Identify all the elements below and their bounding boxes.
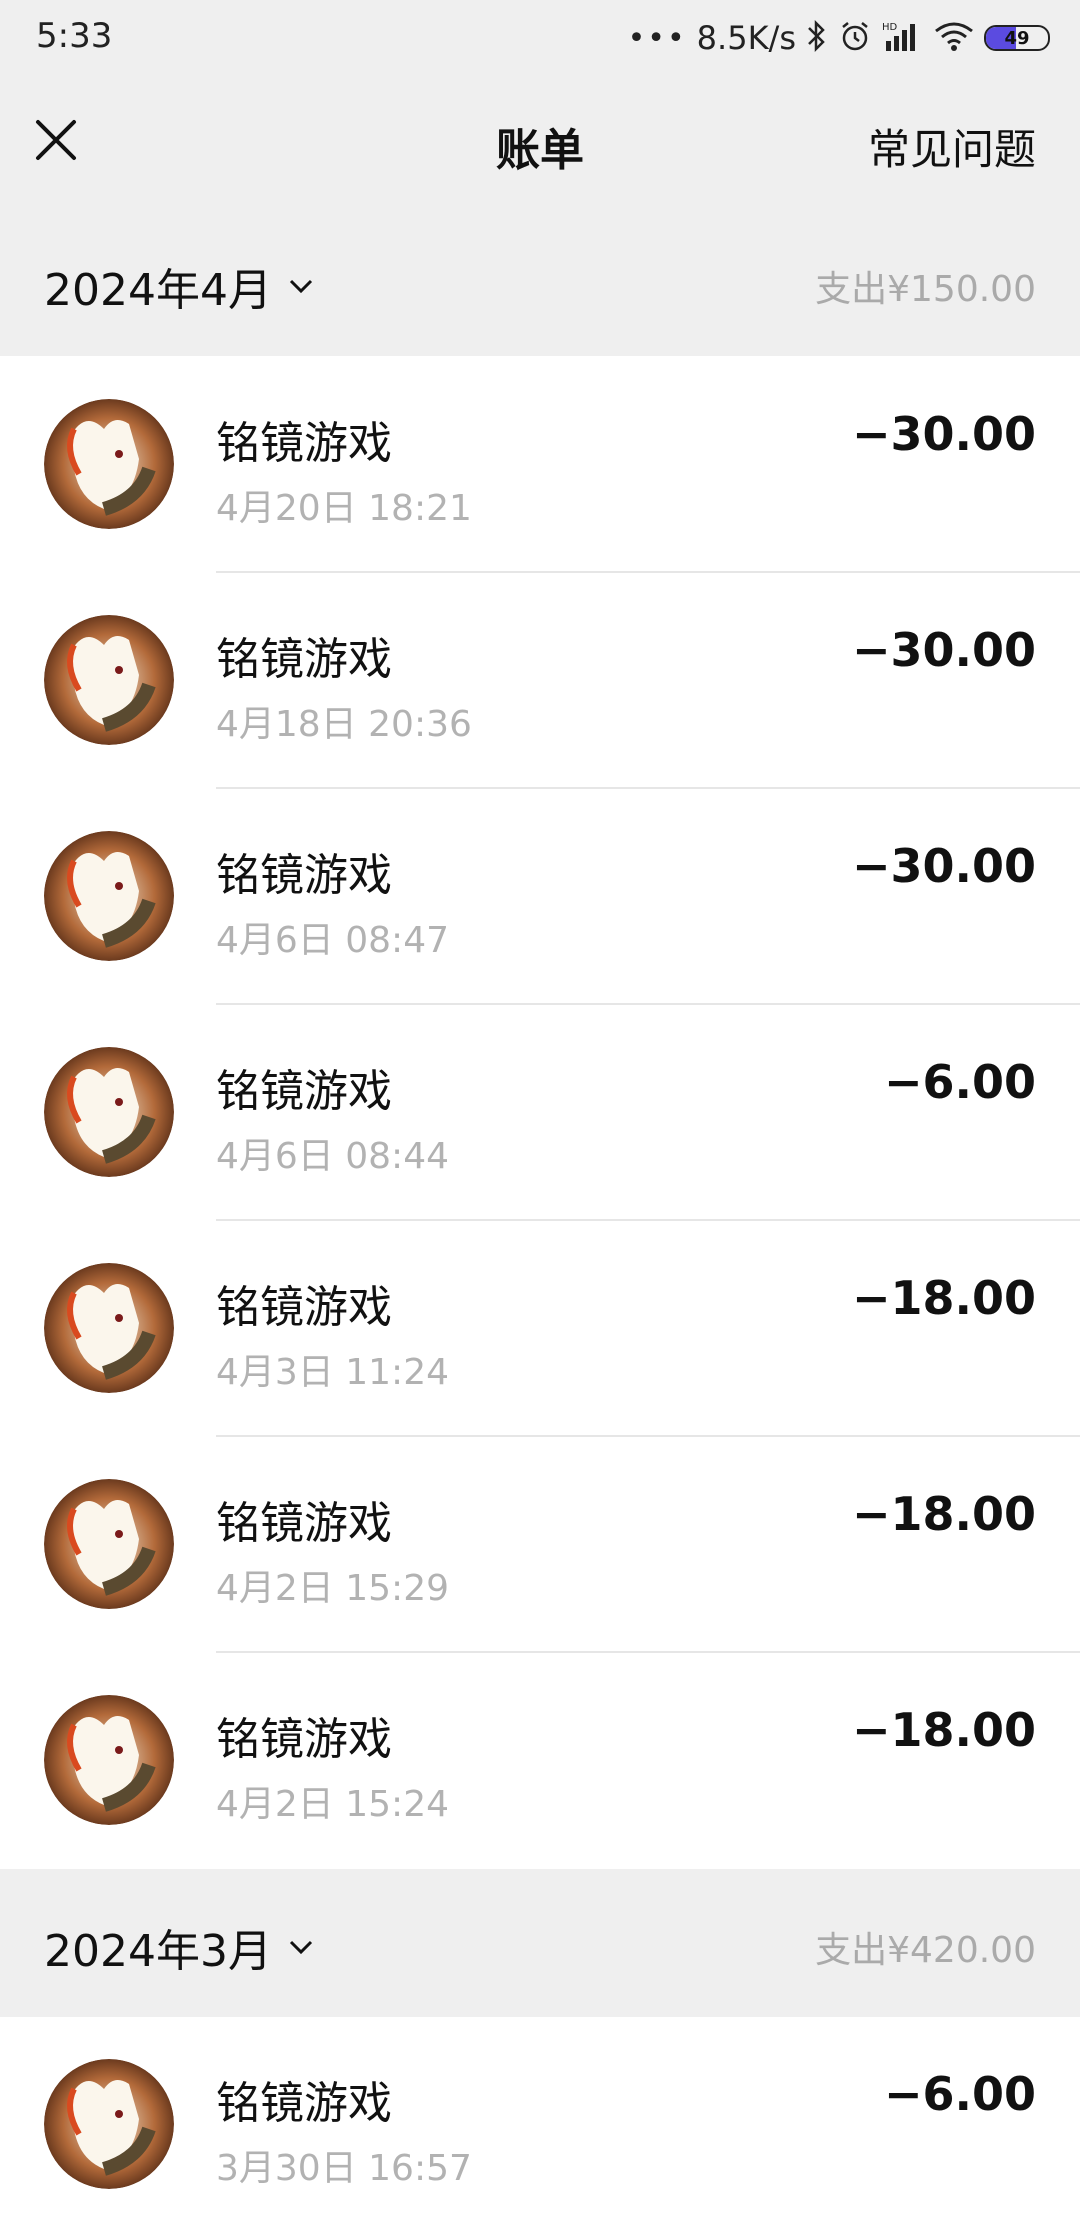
transaction-amount: −18.00 [851, 1703, 1036, 1757]
transaction-row[interactable]: 铭镜游戏 4月2日 15:24 −18.00 [0, 1653, 1080, 1869]
merchant-avatar [44, 831, 174, 961]
transaction-amount: −18.00 [851, 1487, 1036, 1541]
merchant-avatar [44, 1263, 174, 1393]
wifi-icon [934, 19, 974, 57]
nav-bar: 账单 常见问题 [0, 76, 1080, 209]
transaction-time: 4月6日 08:47 [216, 920, 449, 961]
hd-signal-icon: HD [882, 19, 924, 57]
bluetooth-icon [806, 19, 828, 57]
merchant-avatar [44, 1047, 174, 1177]
month-label: 2024年4月 [44, 265, 272, 316]
merchant-avatar [44, 615, 174, 745]
transaction-amount: −6.00 [883, 1055, 1036, 1109]
merchant-avatar [44, 399, 174, 529]
faq-link[interactable]: 常见问题 [868, 116, 1036, 177]
net-speed: 8.5K/s [696, 19, 796, 57]
transaction-row[interactable]: 铭镜游戏 4月3日 11:24 −18.00 [0, 1221, 1080, 1437]
alarm-icon [838, 19, 872, 57]
merchant-name: 铭镜游戏 [216, 1498, 392, 1549]
status-icons: ••• 8.5K/s HD 49 [628, 14, 1050, 62]
transaction-time: 4月2日 15:24 [216, 1784, 449, 1825]
status-time: 5:33 [36, 16, 113, 56]
more-dots-icon: ••• [627, 20, 687, 56]
transaction-row[interactable]: 铭镜游戏 4月18日 20:36 −30.00 [0, 573, 1080, 789]
merchant-name: 铭镜游戏 [216, 1066, 392, 1117]
transaction-amount: −18.00 [851, 1271, 1036, 1325]
status-bar: 5:33 ••• 8.5K/s HD 49 [0, 0, 1080, 76]
merchant-name: 铭镜游戏 [216, 2078, 392, 2129]
merchant-avatar [44, 1695, 174, 1825]
merchant-name: 铭镜游戏 [216, 1714, 392, 1765]
battery-icon: 49 [984, 25, 1050, 51]
transaction-time: 3月30日 16:57 [216, 2148, 472, 2189]
merchant-avatar [44, 2059, 174, 2189]
transaction-amount: −30.00 [851, 623, 1036, 677]
transaction-row[interactable]: 铭镜游戏 4月6日 08:44 −6.00 [0, 1005, 1080, 1221]
chevron-down-icon [289, 279, 313, 294]
month-header: 2024年3月 支出¥420.00 [0, 1869, 1080, 2017]
transaction-amount: −30.00 [851, 407, 1036, 461]
transaction-time: 4月2日 15:29 [216, 1568, 449, 1609]
merchant-name: 铭镜游戏 [216, 850, 392, 901]
transaction-time: 4月6日 08:44 [216, 1136, 449, 1177]
month-picker[interactable]: 2024年4月 [44, 254, 316, 318]
month-header: 2024年4月 支出¥150.00 [0, 208, 1080, 356]
month-picker[interactable]: 2024年3月 [44, 1915, 316, 1979]
transaction-amount: −6.00 [883, 2067, 1036, 2121]
transaction-amount: −30.00 [851, 839, 1036, 893]
transaction-row[interactable]: 铭镜游戏 4月6日 08:47 −30.00 [0, 789, 1080, 1005]
transaction-time: 4月20日 18:21 [216, 488, 472, 529]
month-expense-total: 支出¥150.00 [815, 269, 1036, 310]
transaction-row[interactable]: 铭镜游戏 4月20日 18:21 −30.00 [0, 357, 1080, 573]
transaction-time: 4月3日 11:24 [216, 1352, 449, 1393]
battery-level: 49 [1004, 27, 1030, 49]
merchant-name: 铭镜游戏 [216, 634, 392, 685]
merchant-name: 铭镜游戏 [216, 1282, 392, 1333]
transaction-row[interactable]: 铭镜游戏 3月30日 16:57 −6.00 [0, 2017, 1080, 2233]
month-expense-total: 支出¥420.00 [815, 1930, 1036, 1971]
merchant-name: 铭镜游戏 [216, 418, 392, 469]
transaction-time: 4月18日 20:36 [216, 704, 472, 745]
svg-text:HD: HD [882, 22, 898, 33]
merchant-avatar [44, 1479, 174, 1609]
month-label: 2024年3月 [44, 1926, 272, 1977]
transaction-row[interactable]: 铭镜游戏 4月2日 15:29 −18.00 [0, 1437, 1080, 1653]
chevron-down-icon [289, 1940, 313, 1955]
